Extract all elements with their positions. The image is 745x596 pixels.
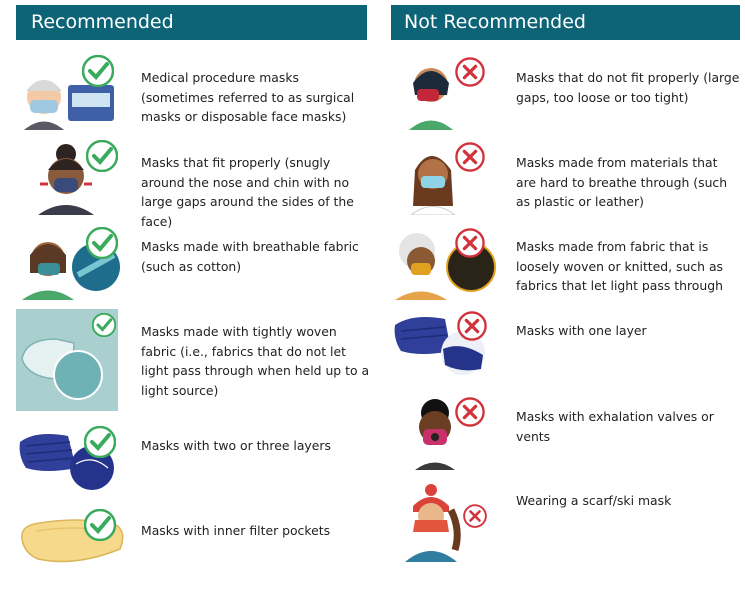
not-recommended-item-scarf: Wearing a scarf/ski mask bbox=[391, 480, 741, 562]
not-recommended-item-text: Masks with one layer bbox=[516, 323, 647, 338]
x-icon bbox=[463, 504, 487, 528]
woman-with-knit-mask-icon bbox=[395, 233, 496, 300]
not-recommended-item-text: Masks that do not fit properly (large ga… bbox=[516, 70, 740, 105]
recommended-item-filter-pocket: Masks with inner filter pockets bbox=[16, 509, 376, 571]
single-layer-mask-icon bbox=[394, 317, 485, 375]
not-recommended-header: Not Recommended bbox=[391, 5, 740, 40]
not-recommended-item-fit: Masks that do not fit properly (large ga… bbox=[391, 55, 741, 130]
not-recommended-item-text: Masks made from fabric that is loosely w… bbox=[516, 239, 723, 293]
recommended-item-breathable: Masks made with breathable fabric (such … bbox=[16, 225, 376, 300]
recommended-item-tightly-woven: Masks made with tightly woven fabric (i.… bbox=[16, 309, 376, 413]
recommended-item-text: Masks that fit properly (snugly around t… bbox=[141, 155, 354, 229]
x-icon bbox=[455, 228, 485, 258]
not-recommended-item-text: Masks with exhalation valves or vents bbox=[516, 409, 714, 444]
recommended-item-text: Masks made with breathable fabric (such … bbox=[141, 239, 359, 274]
not-recommended-item-text: Wearing a scarf/ski mask bbox=[516, 493, 672, 508]
not-recommended-item-one-layer: Masks with one layer bbox=[391, 309, 741, 384]
man-with-valve-mask-icon bbox=[415, 399, 455, 470]
x-icon bbox=[455, 142, 485, 172]
x-icon bbox=[457, 311, 487, 341]
layered-blue-mask-icon bbox=[19, 434, 114, 490]
recommended-item-text: Masks with two or three layers bbox=[141, 438, 331, 453]
not-recommended-item-loose-knit: Masks made from fabric that is loosely w… bbox=[391, 225, 741, 300]
recommended-item-text: Masks with inner filter pockets bbox=[141, 523, 331, 538]
filter-pocket-mask-icon bbox=[21, 519, 124, 563]
x-icon bbox=[455, 57, 485, 87]
recommended-item-surgical: Medical procedure masks (sometimes refer… bbox=[16, 55, 376, 130]
check-icon bbox=[84, 426, 116, 458]
check-icon bbox=[86, 140, 118, 172]
check-icon bbox=[82, 55, 114, 87]
not-recommended-item-plastic: Masks made from materials that are hard … bbox=[391, 140, 741, 215]
check-icon bbox=[92, 313, 116, 337]
check-icon bbox=[86, 227, 118, 259]
recommended-item-text: Masks made with tightly woven fabric (i.… bbox=[141, 324, 370, 398]
woman-with-loose-mask-icon bbox=[409, 68, 453, 130]
recommended-item-text: Medical procedure masks (sometimes refer… bbox=[141, 70, 355, 124]
man-with-surgical-mask-icon bbox=[24, 80, 114, 130]
recommended-item-layers: Masks with two or three layers bbox=[16, 424, 376, 496]
check-icon bbox=[84, 509, 116, 541]
recommended-header: Recommended bbox=[16, 5, 367, 40]
not-recommended-item-text: Masks made from materials that are hard … bbox=[516, 155, 728, 209]
not-recommended-item-valve: Masks with exhalation valves or vents bbox=[391, 395, 741, 470]
woman-with-plastic-mask-icon bbox=[410, 156, 456, 215]
x-icon bbox=[455, 397, 485, 427]
woman-with-scarf-icon bbox=[405, 484, 461, 562]
recommended-item-fit: Masks that fit properly (snugly around t… bbox=[16, 140, 376, 229]
